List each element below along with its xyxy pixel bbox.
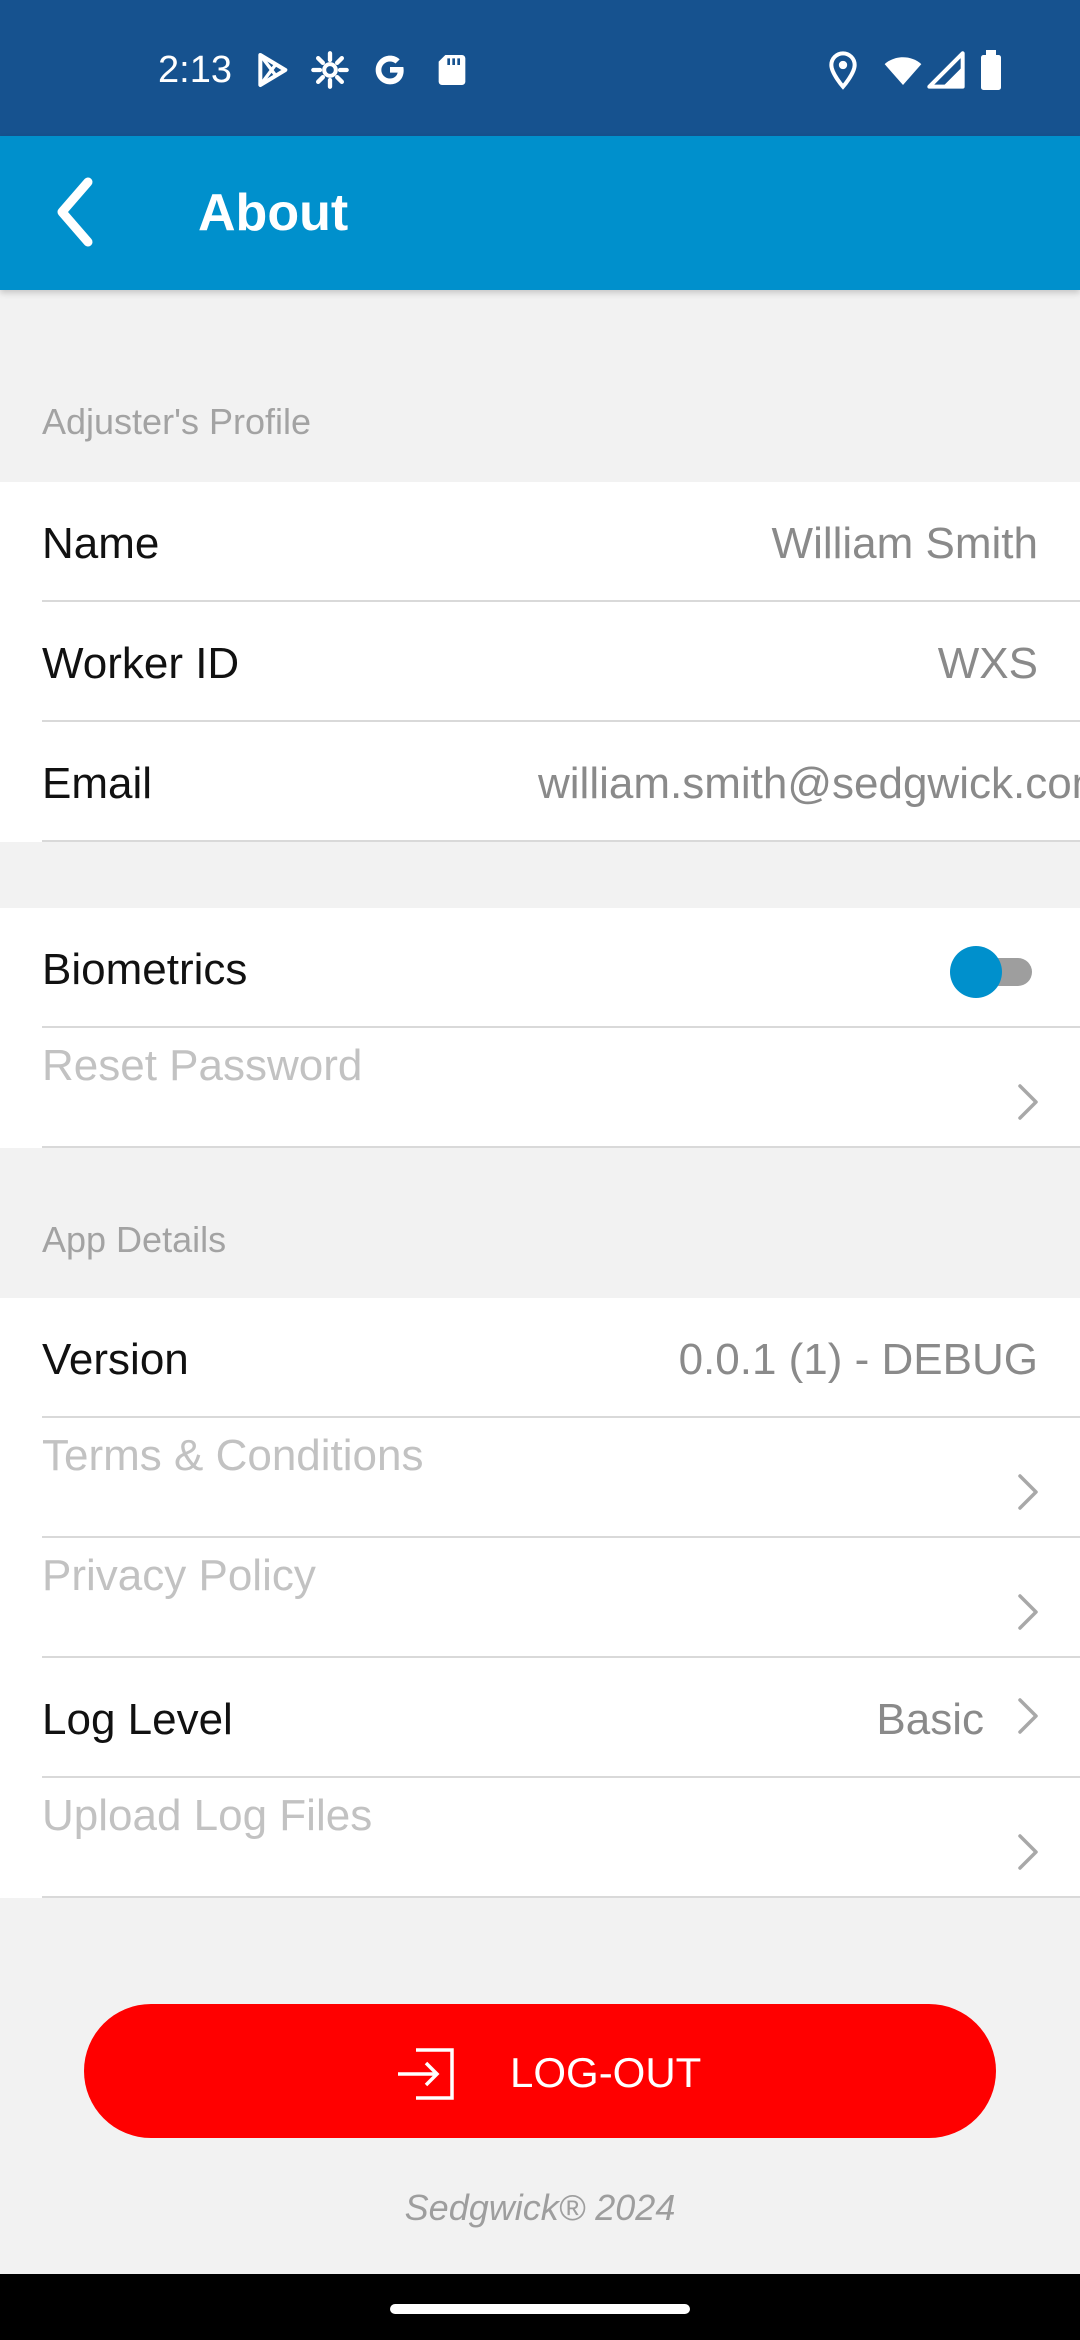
version-row: Version 0.0.1 (1) - DEBUG [42,1298,1080,1418]
sd-card-icon [432,50,472,90]
gear-icon [310,50,350,90]
name-label: Name [42,519,160,568]
privacy-row[interactable]: Privacy Policy [42,1538,1080,1658]
footer-copyright: Sedgwick® 2024 [404,2187,676,2228]
location-icon [823,50,863,90]
toggle-thumb [950,946,1002,998]
log-in-icon [394,2046,458,2102]
section-header-profile: Adjuster's Profile [42,401,311,442]
chevron-right-icon [1016,1832,1040,1872]
wifi-icon [880,50,926,90]
back-button[interactable] [42,172,112,252]
upload-logs-label: Upload Log Files [42,1791,373,1840]
app-details-group: Version 0.0.1 (1) - DEBUG Terms & Condit… [0,1298,1080,1898]
chevron-right-icon [1016,1472,1040,1512]
profile-row-worker-id: Worker ID WXS [42,602,1080,722]
play-store-icon [252,50,292,90]
profile-row-name: Name William Smith [42,482,1080,602]
email-value: william.smith@sedgwick.com [538,759,1080,808]
name-value: William Smith [771,519,1038,568]
reset-password-row[interactable]: Reset Password [42,1028,1080,1148]
chevron-right-icon [1016,1592,1040,1632]
chevron-left-icon [57,177,93,247]
chevron-right-icon [1016,1082,1040,1122]
google-icon [370,50,410,90]
terms-row[interactable]: Terms & Conditions [42,1418,1080,1538]
page-title: About [198,184,349,242]
biometrics-row: Biometrics [42,908,1080,1028]
reset-password-label: Reset Password [42,1041,363,1090]
signal-icon [926,50,966,90]
biometrics-label: Biometrics [42,945,248,994]
worker-id-label: Worker ID [42,639,240,688]
log-level-row[interactable]: Log Level Basic [42,1658,1080,1778]
version-label: Version [42,1335,189,1384]
security-group: Biometrics Reset Password [0,908,1080,1148]
section-header-app-details: App Details [42,1219,227,1260]
privacy-label: Privacy Policy [42,1551,316,1600]
status-time: 2:13 [158,49,232,91]
app-bar: About [0,136,1080,290]
home-indicator[interactable] [390,2304,690,2314]
email-label: Email [42,759,153,808]
biometrics-toggle[interactable] [948,942,1040,998]
system-nav-bar [0,2274,1080,2340]
battery-icon [978,50,1004,90]
upload-logs-row[interactable]: Upload Log Files [42,1778,1080,1898]
chevron-right-icon [1016,1696,1040,1736]
about-screen: 2:13 About Adjuster's Profile Name Willi… [0,0,1080,2340]
terms-label: Terms & Conditions [42,1431,424,1480]
profile-group: Name William Smith Worker ID WXS Email w… [0,482,1080,842]
logout-label: LOG-OUT [510,2049,702,2096]
version-value: 0.0.1 (1) - DEBUG [678,1335,1038,1384]
profile-row-email: Email william.smith@sedgwick.com [42,722,1080,842]
log-level-value: Basic [876,1695,984,1744]
status-bar: 2:13 [0,0,1080,136]
worker-id-value: WXS [937,639,1038,688]
logout-button[interactable]: LOG-OUT [84,2004,996,2138]
log-level-label: Log Level [42,1695,233,1744]
